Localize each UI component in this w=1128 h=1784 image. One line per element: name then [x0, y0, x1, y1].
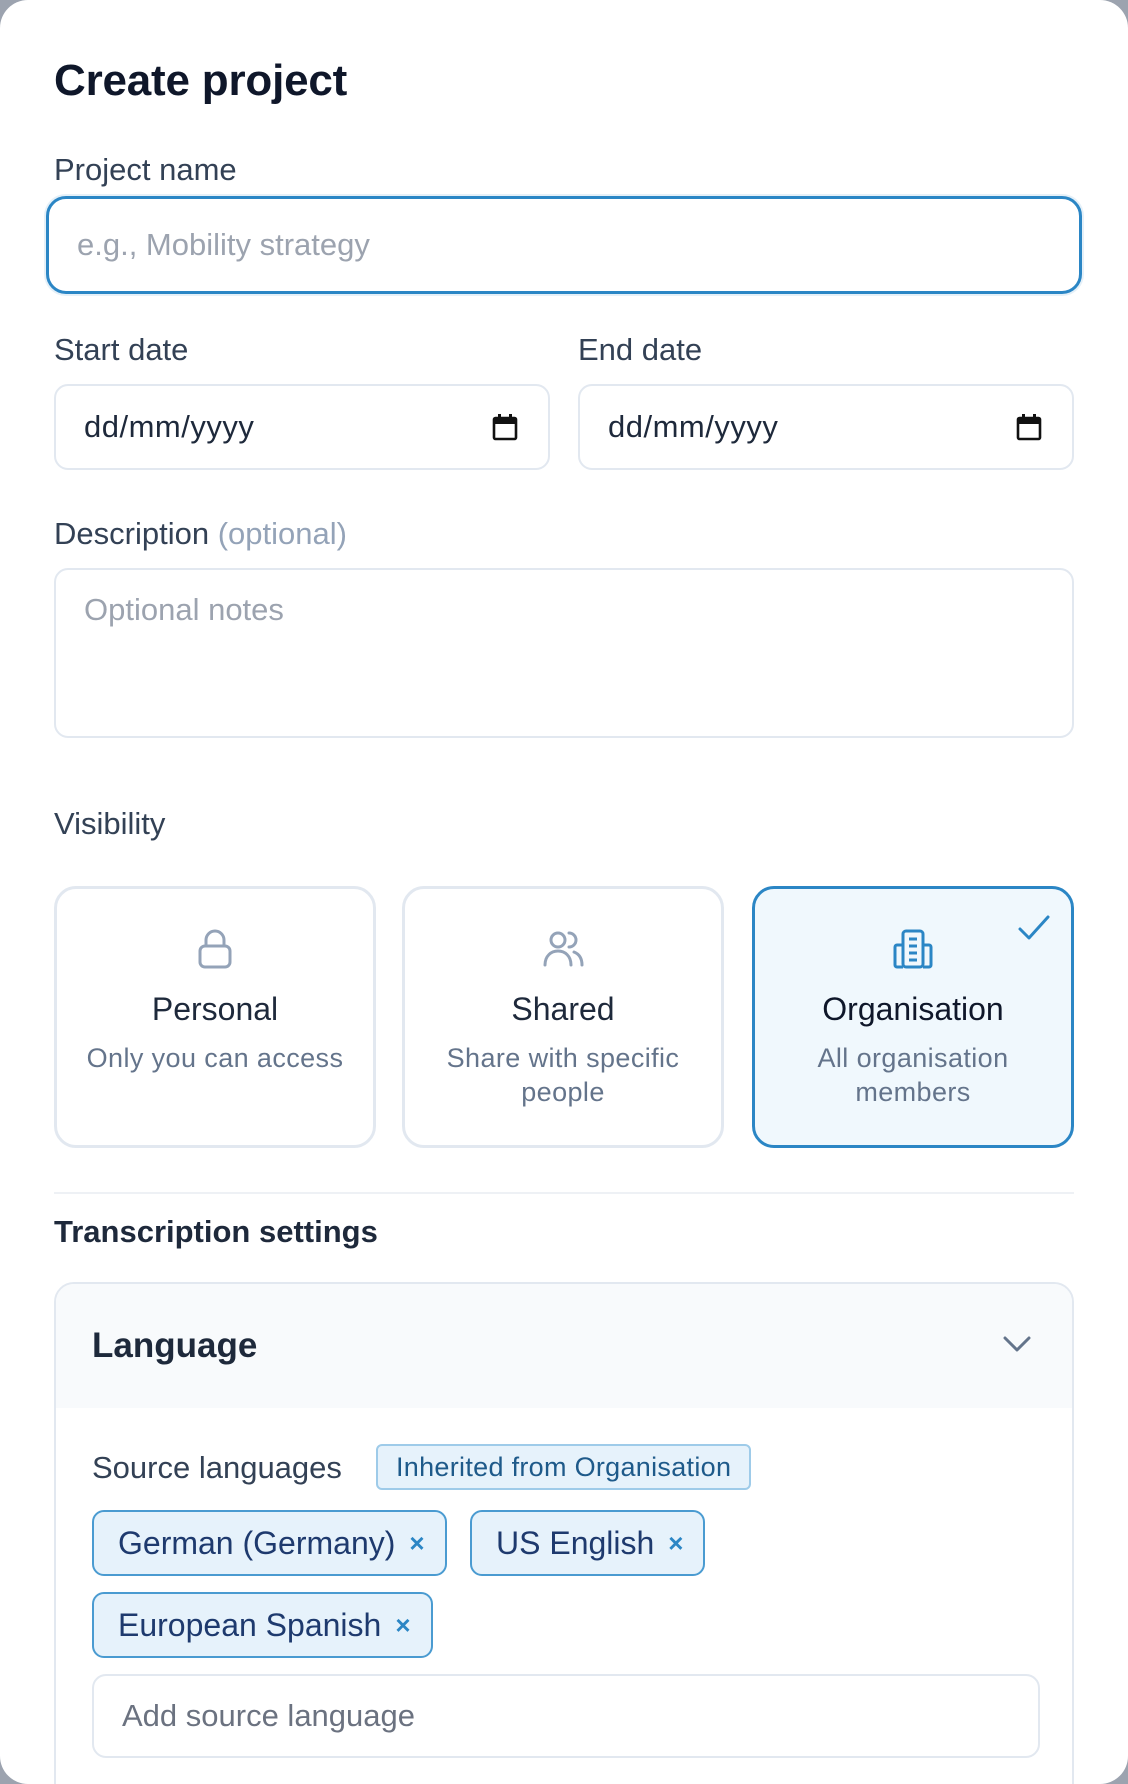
visibility-option-title: Personal: [151, 991, 279, 1027]
description-optional: (optional): [217, 516, 347, 551]
visibility-option-desc: All organisation members: [817, 1043, 1009, 1107]
visibility-option-desc: Share with specific people: [446, 1043, 680, 1107]
description-placeholder: Optional notes: [84, 592, 284, 627]
add-source-language-placeholder: Add source language: [122, 1698, 416, 1733]
check-icon: [1018, 915, 1050, 940]
remove-icon[interactable]: ×: [409, 1528, 424, 1559]
create-project-modal: Create project Project name e.g., Mobili…: [0, 0, 1128, 1784]
project-name-input[interactable]: e.g., Mobility strategy: [46, 196, 1082, 294]
end-date-label: End date: [578, 332, 703, 367]
start-date-input[interactable]: dd/mm/yyyy: [54, 384, 550, 470]
calendar-icon[interactable]: [1016, 413, 1042, 441]
lock-icon: [198, 929, 232, 969]
end-date-value: dd/mm/yyyy: [608, 409, 779, 444]
calendar-icon[interactable]: [492, 413, 518, 441]
language-panel: Language Source languages Inherited from…: [54, 1282, 1074, 1784]
visibility-option-organisation[interactable]: Organisation All organisation members: [752, 886, 1074, 1148]
visibility-option-personal[interactable]: Personal Only you can access: [54, 886, 376, 1148]
modal-title: Create project: [54, 56, 348, 105]
language-chip-label: European Spanish: [118, 1606, 382, 1643]
visibility-option-title: Organisation: [822, 991, 1004, 1027]
language-chip-german: German (Germany) ×: [92, 1510, 447, 1576]
description-textarea[interactable]: Optional notes: [54, 568, 1074, 738]
language-chip-us-english: US English ×: [470, 1510, 706, 1576]
users-icon: [543, 931, 584, 967]
start-date-label: Start date: [54, 332, 189, 367]
inherited-badge: Inherited from Organisation: [376, 1444, 752, 1490]
project-name-placeholder: e.g., Mobility strategy: [77, 227, 370, 262]
remove-icon[interactable]: ×: [668, 1528, 683, 1559]
start-date-value: dd/mm/yyyy: [84, 409, 255, 444]
language-chip-label: US English: [496, 1524, 655, 1561]
end-date-input[interactable]: dd/mm/yyyy: [578, 384, 1074, 470]
add-source-language-input[interactable]: Add source language: [92, 1674, 1040, 1758]
description-label: Description (optional): [54, 516, 347, 552]
source-languages-label: Source languages: [92, 1450, 342, 1485]
section-divider: [54, 1192, 1074, 1194]
transcription-settings-title: Transcription settings: [54, 1214, 378, 1249]
remove-icon[interactable]: ×: [395, 1610, 410, 1641]
language-panel-title: Language: [92, 1326, 258, 1365]
visibility-label: Visibility: [54, 806, 166, 841]
chevron-down-icon[interactable]: [1002, 1334, 1032, 1354]
building-icon: [893, 929, 933, 969]
language-chip-label: German (Germany): [118, 1524, 396, 1561]
visibility-option-title: Shared: [511, 991, 615, 1027]
language-panel-header[interactable]: Language: [56, 1284, 1072, 1408]
description-label-text: Description: [54, 516, 210, 551]
project-name-label: Project name: [54, 152, 237, 187]
language-chip-european-spanish: European Spanish ×: [92, 1592, 433, 1658]
visibility-option-shared[interactable]: Shared Share with specific people: [402, 886, 724, 1148]
visibility-option-desc: Only you can access: [86, 1043, 344, 1073]
